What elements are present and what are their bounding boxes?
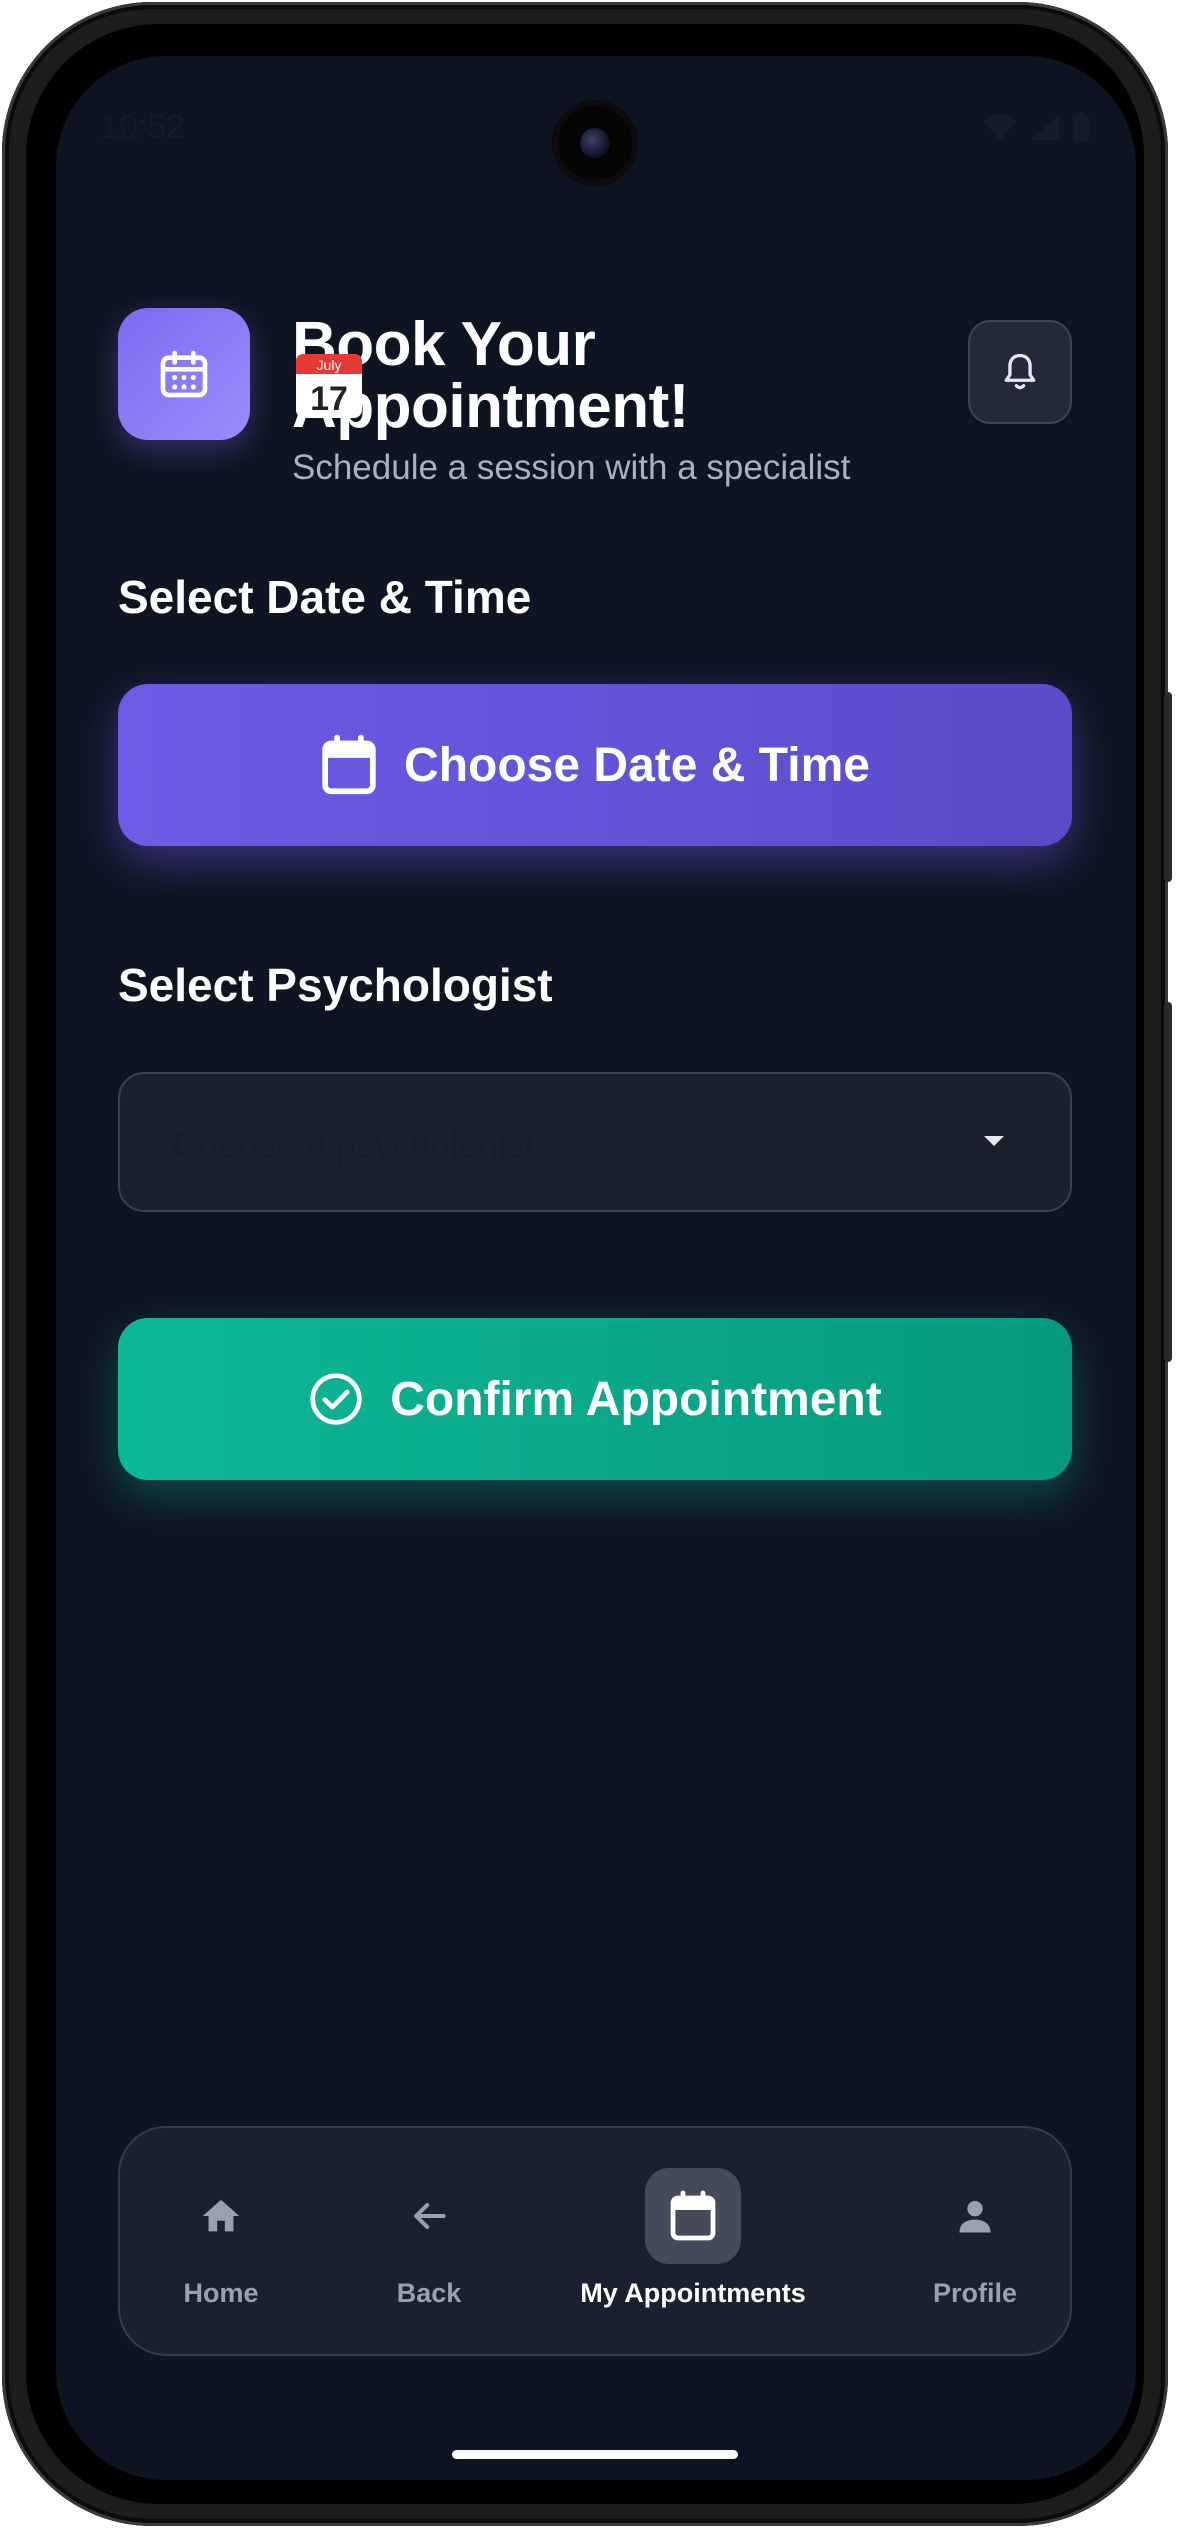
bottom-navigation: Home Back My Appointments Profile — [118, 2126, 1072, 2356]
choose-date-time-button[interactable]: Choose Date & Time — [118, 684, 1072, 846]
calendar-grid-icon — [160, 350, 208, 398]
signal-icon — [1031, 114, 1059, 140]
nav-label-home: Home — [183, 2278, 259, 2308]
confirm-appointment-button[interactable]: Confirm Appointment — [118, 1318, 1072, 1480]
check-circle-icon — [310, 1373, 362, 1425]
choose-date-time-label: Choose Date & Time — [404, 738, 870, 792]
emoji-day-text: 17 — [310, 380, 348, 418]
wifi-icon — [983, 114, 1017, 140]
nav-item-back[interactable]: Back — [384, 2128, 474, 2354]
nav-item-profile[interactable]: Profile — [930, 2128, 1020, 2354]
front-camera — [552, 100, 638, 186]
calendar-emoji-icon: July 17 — [296, 354, 362, 418]
nav-item-my-appointments[interactable]: My Appointments — [580, 2128, 806, 2354]
status-time: 10:52 — [100, 108, 186, 146]
calendar-app-icon — [118, 308, 250, 440]
notifications-button[interactable] — [968, 320, 1072, 424]
calendar-icon — [322, 734, 376, 795]
psychologist-dropdown[interactable]: Choose a psychologist — [118, 1072, 1072, 1212]
confirm-appointment-label: Confirm Appointment — [390, 1372, 882, 1426]
app-screen: 10:52 Book Your Appointment! July 17 Sch… — [56, 56, 1136, 2480]
battery-icon — [1073, 112, 1089, 141]
person-icon — [927, 2168, 1023, 2264]
calendar-icon — [645, 2168, 741, 2264]
bell-icon — [1004, 353, 1036, 390]
page-title: Book Your Appointment! — [292, 314, 972, 438]
volume-button — [1164, 692, 1172, 882]
page-subtitle: Schedule a session with a specialist — [292, 448, 851, 487]
nav-label-back: Back — [396, 2278, 462, 2308]
home-icon — [173, 2168, 269, 2264]
nav-item-home[interactable]: Home — [176, 2128, 266, 2354]
status-icons — [982, 112, 1090, 142]
nav-label-my-appointments: My Appointments — [580, 2278, 806, 2308]
psychologist-dropdown-placeholder: Choose a psychologist — [172, 1124, 535, 1165]
arrow-left-icon — [381, 2168, 477, 2264]
status-bar: 10:52 — [56, 56, 1136, 196]
caret-down-icon — [984, 1136, 1004, 1146]
psychologist-section-label: Select Psychologist — [118, 959, 553, 1011]
home-indicator[interactable] — [452, 2450, 738, 2459]
power-button — [1164, 1002, 1172, 1362]
date-section-label: Select Date & Time — [118, 571, 532, 623]
emoji-month-text: July — [317, 357, 342, 373]
nav-label-profile: Profile — [932, 2278, 1018, 2308]
